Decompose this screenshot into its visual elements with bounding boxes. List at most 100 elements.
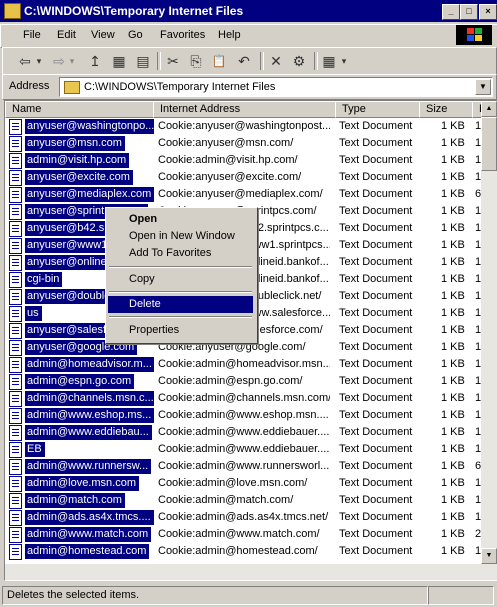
address-value[interactable]: C:\WINDOWS\Temporary Internet Files	[84, 81, 275, 93]
item-name[interactable]: anyuser@washingtonpo...	[25, 119, 154, 134]
menu-help[interactable]: Help	[218, 29, 241, 41]
column-header-name[interactable]: Name	[5, 101, 154, 118]
item-internet-address: Cookie:admin@espn.go.com/	[158, 375, 303, 387]
item-type: Text Document	[339, 511, 413, 523]
back-icon[interactable]: ⇦	[17, 52, 33, 70]
context-item-delete[interactable]: Delete	[108, 296, 253, 313]
item-name[interactable]: EB	[25, 442, 45, 457]
item-name[interactable]: admin@love.msn.com	[25, 476, 139, 491]
folder-icon	[64, 81, 80, 94]
toolbar: ⇦ ▾ ⇨ ▾ ↥ ▦ ▤ ✂ ⎘ 📋 ↶ ✕ ⚙ ▦ ▾	[2, 47, 497, 75]
text-document-icon	[9, 187, 22, 203]
close-button[interactable]: ×	[479, 4, 497, 20]
item-name[interactable]: admin@www.eddiebau...	[25, 425, 152, 440]
list-item[interactable]: anyuser@msn.com Cookie:anyuser@msn.com/Te…	[5, 135, 481, 152]
context-item-open-new-window[interactable]: Open in New Window	[108, 228, 253, 245]
context-item-add-to-favorites[interactable]: Add To Favorites	[108, 245, 253, 262]
item-name[interactable]: cgi-bin	[25, 272, 63, 287]
up-folder-icon[interactable]: ↥	[87, 52, 103, 70]
item-type: Text Document	[339, 392, 413, 404]
item-internet-address: Cookie:anyuser@washingtonpost...	[158, 120, 330, 132]
context-item-copy[interactable]: Copy	[108, 271, 253, 288]
menu-view[interactable]: View	[91, 29, 115, 41]
list-item[interactable]: EB Cookie:admin@www.eddiebauer.... Text Do…	[5, 441, 481, 458]
horizontal-scrollbar[interactable]	[5, 564, 481, 580]
item-name[interactable]: admin@www.eshop.ms...	[25, 408, 154, 423]
item-internet-address: Cookie:admin@love.msn.com/	[158, 477, 308, 489]
list-item[interactable]: admin@www.match.com Cookie:admin@www.matc…	[5, 526, 481, 543]
title-bar[interactable]: C:\WINDOWS\Temporary Internet Files _ □ …	[0, 0, 497, 22]
item-name[interactable]: admin@visit.hp.com	[25, 153, 130, 168]
item-name[interactable]: admin@channels.msn.c...	[25, 391, 154, 406]
list-item[interactable]: admin@ads.as4x.tmcs.... Cookie:admin@ads.…	[5, 509, 481, 526]
list-item[interactable]: admin@homeadvisor.m... Cookie:admin@homea…	[5, 356, 481, 373]
paste-icon[interactable]: 📋	[211, 52, 227, 70]
context-separator	[109, 266, 252, 268]
item-type: Text Document	[339, 188, 413, 200]
back-dropdown-icon[interactable]: ▾	[35, 52, 43, 70]
item-name[interactable]: admin@www.runnersw...	[25, 459, 152, 474]
list-item[interactable]: admin@channels.msn.c... Cookie:admin@chan…	[5, 390, 481, 407]
text-document-icon	[9, 170, 22, 186]
list-item[interactable]: admin@www.eshop.ms... Cookie:admin@www.es…	[5, 407, 481, 424]
list-item[interactable]: admin@match.com Cookie:admin@match.com/Te…	[5, 492, 481, 509]
list-item[interactable]: anyuser@washingtonpo... Cookie:anyuser@wa…	[5, 118, 481, 135]
list-item[interactable]: anyuser@mediaplex.com Cookie:anyuser@medi…	[5, 186, 481, 203]
views-dropdown-icon[interactable]: ▾	[339, 52, 349, 70]
list-item[interactable]: admin@www.runnersw... Cookie:admin@www.ru…	[5, 458, 481, 475]
cut-icon[interactable]: ✂	[165, 52, 181, 70]
toolbar-separator	[157, 52, 161, 70]
scroll-thumb[interactable]	[481, 117, 497, 171]
item-size: 1 KB	[441, 273, 465, 285]
item-name[interactable]: anyuser@excite.com	[25, 170, 133, 185]
disconnect-drive-icon[interactable]: ▤	[135, 52, 151, 70]
menu-go[interactable]: Go	[128, 29, 143, 41]
menu-file[interactable]: File	[23, 29, 41, 41]
list-item[interactable]: admin@homestead.com Cookie:admin@homestea…	[5, 543, 481, 560]
item-type: Text Document	[339, 324, 413, 336]
item-name[interactable]: anyuser@mediaplex.com	[25, 187, 154, 202]
list-item[interactable]: admin@visit.hp.com Cookie:admin@visit.hp.…	[5, 152, 481, 169]
item-size: 1 KB	[441, 222, 465, 234]
context-item-properties[interactable]: Properties	[108, 322, 253, 339]
maximize-button[interactable]: □	[460, 4, 478, 20]
item-name[interactable]: admin@espn.go.com	[25, 374, 135, 389]
forward-icon[interactable]: ⇨	[51, 52, 67, 70]
item-name[interactable]: admin@homeadvisor.m...	[25, 357, 154, 372]
vertical-scrollbar[interactable]: ▲ ▼	[481, 101, 497, 580]
map-drive-icon[interactable]: ▦	[111, 52, 127, 70]
views-icon[interactable]: ▦	[321, 52, 337, 70]
column-header-size[interactable]: Size	[419, 101, 475, 118]
item-name[interactable]: admin@match.com	[25, 493, 125, 508]
item-name[interactable]: admin@www.match.com	[25, 527, 152, 542]
copy-icon[interactable]: ⎘	[188, 52, 204, 70]
list-item[interactable]: anyuser@excite.com Cookie:anyuser@excite.…	[5, 169, 481, 186]
properties-icon[interactable]: ⚙	[291, 52, 307, 70]
list-item[interactable]: admin@www.eddiebau... Cookie:admin@www.ed…	[5, 424, 481, 441]
item-name[interactable]: admin@homestead.com	[25, 544, 150, 559]
item-name[interactable]: us	[25, 306, 42, 321]
context-separator	[109, 316, 252, 318]
text-document-icon	[9, 153, 22, 169]
menu-favorites[interactable]: Favorites	[160, 29, 205, 41]
text-document-icon	[9, 255, 22, 271]
list-item[interactable]: admin@espn.go.com Cookie:admin@espn.go.co…	[5, 373, 481, 390]
context-item-open[interactable]: Open	[108, 211, 253, 228]
scroll-up-button[interactable]: ▲	[481, 101, 497, 117]
column-header-internet-address[interactable]: Internet Address	[153, 101, 336, 118]
item-name[interactable]: admin@ads.as4x.tmcs....	[25, 510, 154, 525]
minimize-button[interactable]: _	[442, 4, 460, 20]
menu-edit[interactable]: Edit	[57, 29, 76, 41]
item-name[interactable]: anyuser@msn.com	[25, 136, 125, 151]
address-field[interactable]: C:\WINDOWS\Temporary Internet Files ▼	[59, 77, 493, 97]
forward-dropdown-icon[interactable]: ▾	[68, 52, 76, 70]
list-item[interactable]: admin@love.msn.com Cookie:admin@love.msn.…	[5, 475, 481, 492]
delete-icon[interactable]: ✕	[268, 52, 284, 70]
item-size: 1 KB	[441, 324, 465, 336]
item-internet-address: Cookie:admin@match.com/	[158, 494, 294, 506]
undo-icon[interactable]: ↶	[236, 52, 252, 70]
address-dropdown-button[interactable]: ▼	[475, 79, 491, 95]
item-internet-address: Cookie:anyuser@msn.com/	[158, 137, 294, 149]
column-header-type[interactable]: Type	[335, 101, 421, 118]
scroll-down-button[interactable]: ▼	[481, 548, 497, 564]
